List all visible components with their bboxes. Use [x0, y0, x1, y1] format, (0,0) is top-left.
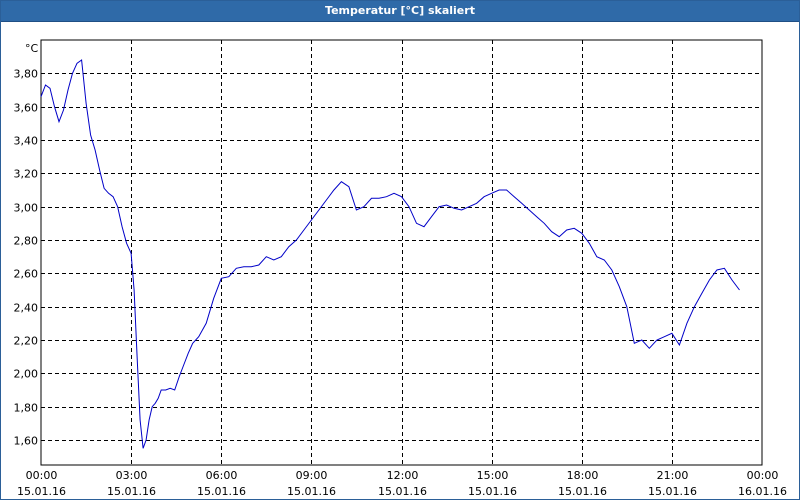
x-tick-date-label: 15.01.16: [558, 485, 607, 498]
y-tick-label: 2,00: [14, 368, 39, 381]
y-axis-label: °C: [25, 42, 39, 55]
temperature-chart: 1,60 1,80 2,00 2,20 2,40 2,60 2,80 3,00 3,20 3,40…: [14, 39, 787, 498]
x-tick-time-label: 03:00: [116, 469, 148, 482]
y-tick-label: 3,40: [14, 135, 39, 148]
x-tick-date-label: 15.01.16: [287, 485, 336, 498]
x-tick-date-label: 15.01.16: [197, 485, 246, 498]
x-tick-time-label: 00:00: [26, 469, 58, 482]
x-tick-date-label: 15.01.16: [17, 485, 66, 498]
window-title: Temperatur [°C] skaliert: [1, 1, 799, 22]
x-tick-time-label: 06:00: [206, 469, 238, 482]
y-tick-label: 1,60: [14, 435, 39, 448]
y-tick-label: 3,60: [14, 102, 39, 115]
y-tick-label: 2,80: [14, 235, 39, 248]
x-tick-date-label: 15.01.16: [468, 485, 517, 498]
x-tick-date-label: 15.01.16: [648, 485, 697, 498]
y-tick-label: 2,60: [14, 268, 39, 281]
x-tick-date-label: 15.01.16: [378, 485, 427, 498]
x-tick-date-label: 15.01.16: [107, 485, 156, 498]
x-tick-time-label: 00:00: [747, 469, 779, 482]
plot-area: [40, 39, 763, 466]
x-tick-time-label: 12:00: [387, 469, 419, 482]
x-tick-time-label: 15:00: [477, 469, 509, 482]
y-tick-label: 3,20: [14, 168, 39, 181]
y-tick-label: 3,80: [14, 68, 39, 81]
chart-window: Temperatur [°C] skaliert 1,60 1,80 2,00 2,2…: [0, 0, 800, 500]
y-tick-label: 2,40: [14, 302, 39, 315]
x-tick-time-label: 21:00: [657, 469, 689, 482]
x-tick-time-label: 09:00: [296, 469, 328, 482]
y-tick-label: 1,80: [14, 402, 39, 415]
x-tick-date-label: 16.01.16: [738, 485, 787, 498]
x-tick-time-label: 18:00: [567, 469, 599, 482]
y-tick-label: 2,20: [14, 335, 39, 348]
y-tick-label: 3,00: [14, 202, 39, 215]
